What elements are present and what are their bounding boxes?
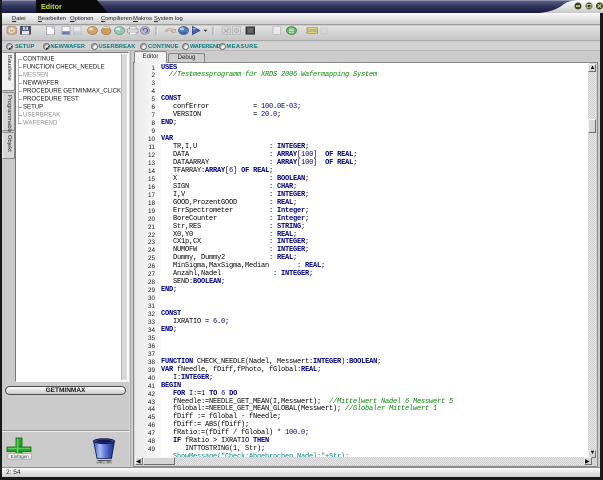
svg-text:entfernen: entfernen [96,461,111,464]
svg-text:Einfügen: Einfügen [11,454,30,459]
svg-text:Editor: Editor [41,2,62,11]
